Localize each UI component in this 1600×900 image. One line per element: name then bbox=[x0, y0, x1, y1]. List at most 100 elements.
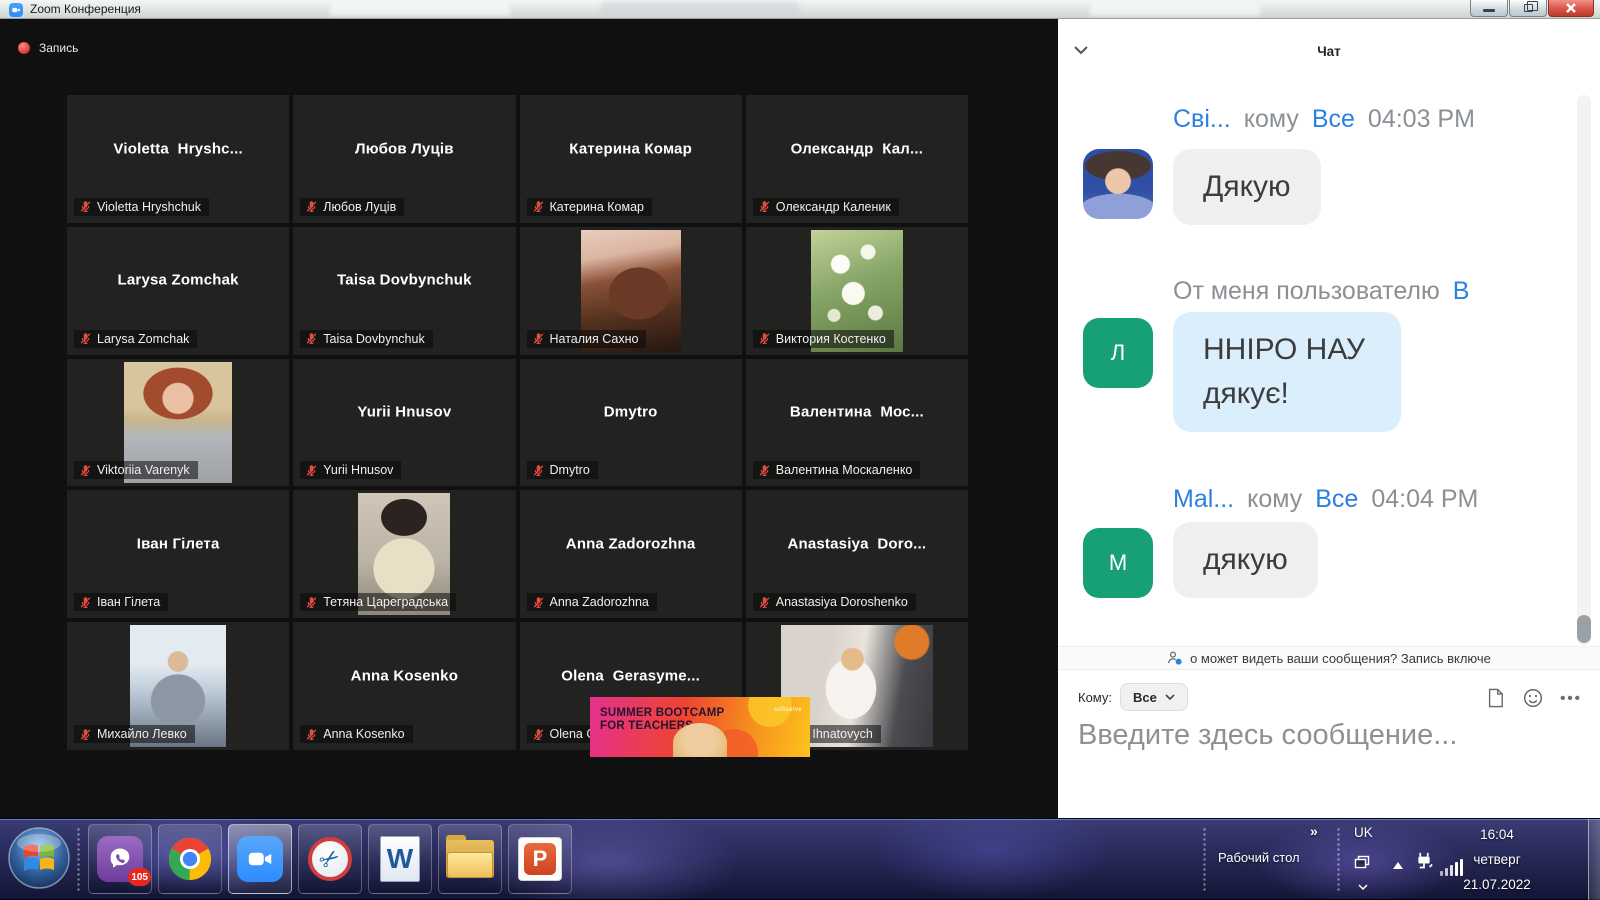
message-recipient[interactable]: Все bbox=[1315, 485, 1358, 514]
tray-clock[interactable]: 16:04 четверг 21.07.2022 bbox=[1437, 819, 1557, 900]
participant-label: Олександр Каленик bbox=[753, 198, 899, 216]
taskbar-zoom-button[interactable] bbox=[228, 824, 292, 894]
bootcamp-ad-banner[interactable]: SUMMER BOOTCAMP FOR TEACHERS softserve bbox=[590, 697, 810, 757]
message-bubble: дякую bbox=[1173, 522, 1318, 598]
message-header: От меня пользователю В bbox=[1173, 277, 1469, 306]
emoji-icon[interactable] bbox=[1522, 687, 1544, 709]
clock-weekday: четверг bbox=[1437, 852, 1557, 867]
minimize-button[interactable] bbox=[1470, 0, 1508, 17]
message-recipient[interactable]: В bbox=[1453, 277, 1470, 306]
muted-mic-icon bbox=[305, 464, 318, 477]
more-options-icon[interactable]: ••• bbox=[1560, 687, 1582, 709]
recipient-select[interactable]: Все bbox=[1120, 683, 1188, 711]
language-indicator[interactable]: UK bbox=[1354, 825, 1373, 840]
participant-tile[interactable]: Любов Луців Любов Луців bbox=[293, 95, 515, 223]
participant-tile[interactable]: Виктория Костенко bbox=[746, 227, 968, 355]
start-button[interactable] bbox=[6, 825, 72, 891]
chat-scrollbar-thumb[interactable] bbox=[1577, 615, 1591, 643]
participant-label: Михайло Левко bbox=[74, 725, 195, 743]
participant-display-name: Dmytro bbox=[520, 404, 742, 421]
tray-show-hidden-icons[interactable] bbox=[1392, 857, 1404, 875]
participant-tile[interactable]: Катерина Комар Катерина Комар bbox=[520, 95, 742, 223]
participant-label: Anastasiya Doroshenko bbox=[753, 593, 916, 611]
participant-label: Anna Zadorozhna bbox=[527, 593, 657, 611]
participant-tile[interactable]: Anastasiya Doro... Anastasiya Doroshenko bbox=[746, 490, 968, 618]
participant-display-name: Anna Kosenko bbox=[293, 667, 515, 684]
message-recipient[interactable]: Все bbox=[1312, 105, 1355, 134]
background-tab-ghost bbox=[1090, 2, 1260, 16]
participant-label: Viktoriia Varenyk bbox=[74, 461, 198, 479]
restore-icon bbox=[1524, 4, 1533, 12]
zoom-icon bbox=[237, 836, 283, 882]
taskbar-word-button[interactable]: W bbox=[368, 824, 432, 894]
participant-tile[interactable]: Тетяна Цареградська bbox=[293, 490, 515, 618]
muted-mic-icon bbox=[79, 332, 92, 345]
windows-logo-icon bbox=[6, 825, 72, 891]
taskbar-separator bbox=[1336, 827, 1342, 891]
muted-mic-icon bbox=[305, 332, 318, 345]
powerpoint-icon: P bbox=[518, 837, 562, 881]
message-input-placeholder: Введите здесь сообщение... bbox=[1078, 719, 1457, 751]
taskbar-powerpoint-button[interactable]: P bbox=[508, 824, 572, 894]
participant-tile[interactable]: Larysa Zomchak Larysa Zomchak bbox=[67, 227, 289, 355]
tray-remove-hardware-icon[interactable] bbox=[1414, 851, 1434, 876]
participant-label: Тетяна Цареградська bbox=[300, 593, 456, 611]
chrome-icon bbox=[167, 836, 213, 882]
taskbar-viber-button[interactable]: 105 bbox=[88, 824, 152, 894]
participant-tile[interactable]: Валентина Мос... Валентина Москаленко bbox=[746, 359, 968, 487]
window-title: Zoom Конференция bbox=[30, 2, 141, 16]
participant-tile[interactable]: Олександр Кал... Олександр Каленик bbox=[746, 95, 968, 223]
muted-mic-icon bbox=[532, 464, 545, 477]
message-sender[interactable]: Сві... bbox=[1173, 105, 1231, 134]
folder-icon bbox=[446, 840, 494, 878]
participant-tile[interactable]: Taisa Dovbynchuk Taisa Dovbynchuk bbox=[293, 227, 515, 355]
attach-file-icon[interactable] bbox=[1484, 687, 1506, 709]
tray-caret-down-icon[interactable] bbox=[1358, 877, 1368, 895]
message-sender[interactable]: Mal... bbox=[1173, 485, 1234, 514]
background-tab-ghost bbox=[330, 2, 510, 16]
banner-brand-logo: softserve bbox=[774, 707, 802, 713]
participant-tile[interactable]: Dmytro Dmytro bbox=[520, 359, 742, 487]
muted-mic-icon bbox=[758, 596, 771, 609]
participant-tile[interactable]: Viktoriia Varenyk bbox=[67, 359, 289, 487]
recording-dot-icon bbox=[18, 42, 30, 54]
desktop-toolbar[interactable]: Рабочий стол bbox=[1218, 850, 1300, 865]
participant-tile[interactable]: Іван Гілета Іван Гілета bbox=[67, 490, 289, 618]
participant-tile[interactable]: Anna Kosenko Anna Kosenko bbox=[293, 622, 515, 750]
privacy-notice-text: о может видеть ваши сообщения? Запись вк… bbox=[1190, 651, 1491, 666]
restore-button[interactable] bbox=[1509, 0, 1547, 17]
avatar: М bbox=[1083, 528, 1153, 598]
taskbar-explorer-button[interactable] bbox=[438, 824, 502, 894]
chat-scrollbar[interactable] bbox=[1577, 95, 1591, 645]
participant-tile[interactable]: Наталия Сахно bbox=[520, 227, 742, 355]
muted-mic-icon bbox=[79, 596, 92, 609]
recording-indicator[interactable]: Запись bbox=[18, 41, 78, 55]
participant-label: Violetta Hryshchuk bbox=[74, 198, 209, 216]
show-desktop-button[interactable] bbox=[1588, 819, 1600, 900]
message-to-word: кому bbox=[1247, 485, 1302, 514]
taskbar-chrome-button[interactable] bbox=[158, 824, 222, 894]
tray-window-icon[interactable] bbox=[1354, 855, 1370, 874]
chat-header: Чат bbox=[1058, 19, 1600, 79]
muted-mic-icon bbox=[305, 728, 318, 741]
message-input[interactable]: Введите здесь сообщение... bbox=[1078, 719, 1580, 799]
message-to-word: кому bbox=[1244, 105, 1299, 134]
screen: Zoom Конференция Запись Violetta Hryshc.… bbox=[0, 0, 1600, 899]
participant-tile[interactable]: Violetta Hryshc... Violetta Hryshchuk bbox=[67, 95, 289, 223]
chat-privacy-notice: о может видеть ваши сообщения? Запись вк… bbox=[1058, 646, 1600, 670]
participant-grid: Violetta Hryshc... Violetta Hryshchuk Лю… bbox=[67, 95, 968, 750]
close-button[interactable] bbox=[1548, 0, 1594, 17]
participant-display-name: Violetta Hryshc... bbox=[67, 140, 289, 157]
muted-mic-icon bbox=[79, 728, 92, 741]
participant-label: Anna Kosenko bbox=[300, 725, 412, 743]
toolbar-overflow-chevron[interactable]: » bbox=[1310, 823, 1318, 839]
participant-label: Larysa Zomchak bbox=[74, 330, 197, 348]
compose-row: Кому: Все ••• bbox=[1058, 679, 1600, 717]
participant-tile[interactable]: Yurii Hnusov Yurii Hnusov bbox=[293, 359, 515, 487]
taskbar-snipping-tool-button[interactable]: ✂ bbox=[298, 824, 362, 894]
participant-display-name: Taisa Dovbynchuk bbox=[293, 272, 515, 289]
participant-tile[interactable]: Anna Zadorozhna Anna Zadorozhna bbox=[520, 490, 742, 618]
participant-display-name: Olena Gerasyme... bbox=[520, 667, 742, 684]
participant-tile[interactable]: Михайло Левко bbox=[67, 622, 289, 750]
zoom-app-icon bbox=[9, 3, 23, 17]
